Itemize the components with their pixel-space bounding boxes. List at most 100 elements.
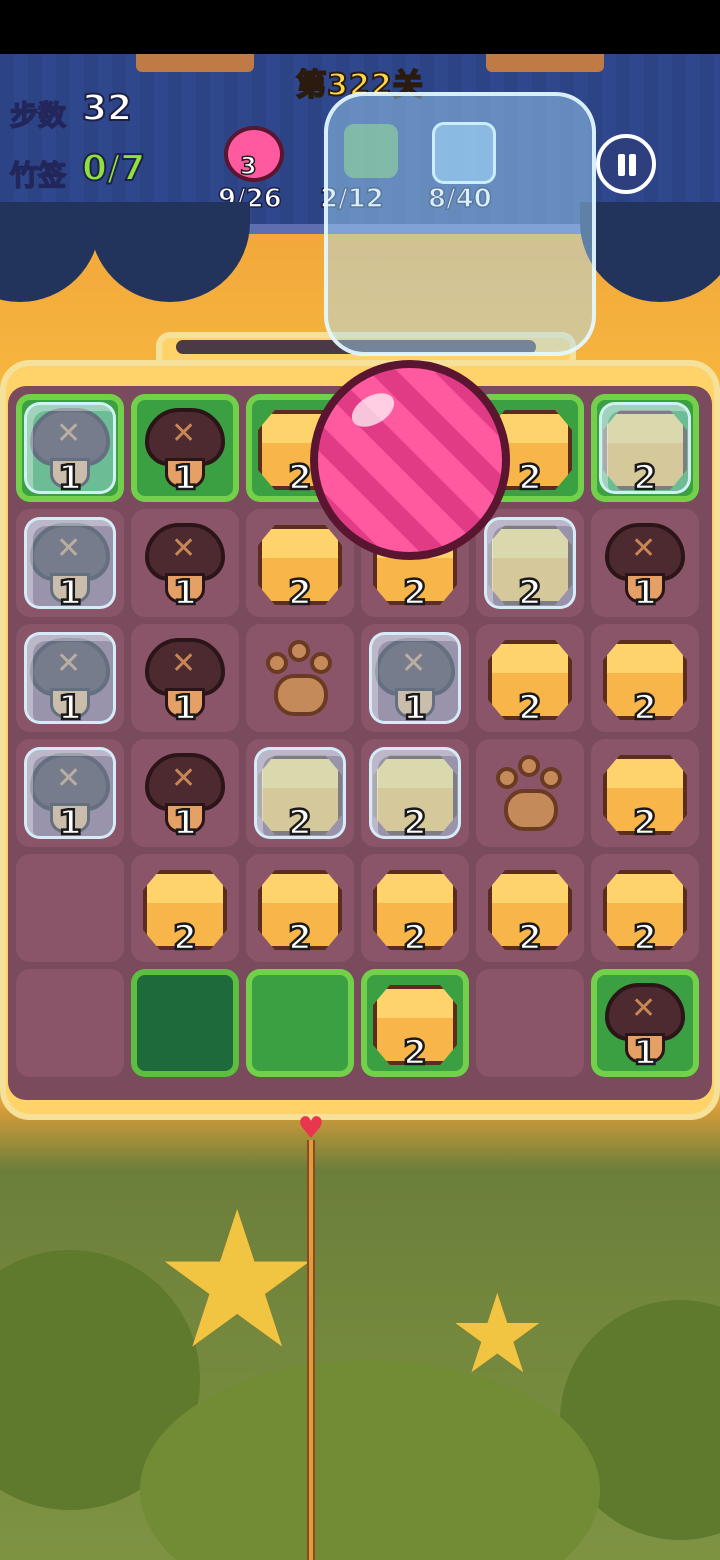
cheese-block-icon: 2 bbox=[367, 860, 463, 960]
piece-hit-count: 2 bbox=[517, 917, 543, 960]
board-cell[interactable]: 1 bbox=[16, 394, 124, 502]
cheese-block-icon: 2 bbox=[597, 745, 693, 845]
moves-value: 32 bbox=[81, 87, 133, 130]
board-cell[interactable]: 2 bbox=[361, 854, 469, 962]
board-cell[interactable]: 2 bbox=[246, 854, 354, 962]
board-cell[interactable] bbox=[476, 969, 584, 1077]
piece-hit-count: 2 bbox=[517, 572, 543, 615]
skewers-value: 0/7 bbox=[81, 147, 146, 190]
mushroom-icon: 1 bbox=[597, 975, 693, 1075]
piece-hit-count: 2 bbox=[632, 457, 658, 500]
board-cell[interactable]: 2 bbox=[591, 739, 699, 847]
piece-hit-count: 2 bbox=[287, 802, 313, 845]
piece-hit-count: 1 bbox=[57, 572, 83, 615]
skewer-stick bbox=[307, 1140, 315, 1560]
piece-hit-count: 1 bbox=[172, 572, 198, 615]
empty-slot bbox=[482, 975, 578, 1071]
piece-hit-count: 1 bbox=[172, 457, 198, 500]
pause-button[interactable] bbox=[596, 134, 656, 194]
board-cell[interactable] bbox=[131, 969, 239, 1077]
board-cell[interactable] bbox=[246, 969, 354, 1077]
cheese-block-icon: 2 bbox=[597, 400, 693, 500]
candy-badge: 3 bbox=[239, 151, 257, 181]
board-cell[interactable]: 2 bbox=[246, 739, 354, 847]
piece-hit-count: 2 bbox=[517, 687, 543, 730]
star-small-icon: ★ bbox=[448, 1270, 547, 1398]
board-cell[interactable]: 1 bbox=[591, 969, 699, 1077]
piece-hit-count: 1 bbox=[632, 572, 658, 615]
board-cell[interactable] bbox=[476, 739, 584, 847]
board-cell[interactable]: 2 bbox=[361, 739, 469, 847]
board-cell[interactable]: 1 bbox=[131, 394, 239, 502]
cheese-block-icon: 2 bbox=[597, 630, 693, 730]
piece-hit-count: 2 bbox=[402, 1032, 428, 1075]
board-cell[interactable]: 2 bbox=[476, 624, 584, 732]
board-cell[interactable]: 2 bbox=[591, 854, 699, 962]
board-cell[interactable]: 1 bbox=[16, 509, 124, 617]
piece-hit-count: 2 bbox=[287, 917, 313, 960]
mushroom-icon: 1 bbox=[22, 630, 118, 730]
piece-hit-count: 2 bbox=[632, 917, 658, 960]
piece-hit-count: 2 bbox=[402, 917, 428, 960]
piece-hit-count: 2 bbox=[172, 917, 198, 960]
board-cell[interactable]: 1 bbox=[131, 739, 239, 847]
mushroom-icon: 1 bbox=[22, 745, 118, 845]
skewers-label: 竹签 bbox=[9, 158, 67, 193]
mushroom-icon: 1 bbox=[137, 400, 233, 500]
empty-slot bbox=[252, 975, 348, 1071]
board-cell[interactable] bbox=[246, 624, 354, 732]
board-cell[interactable]: 1 bbox=[16, 739, 124, 847]
heart-icon: ♥ bbox=[297, 1111, 325, 1146]
empty-slot bbox=[137, 975, 233, 1071]
cheese-block-icon: 2 bbox=[482, 630, 578, 730]
piece-hit-count: 2 bbox=[632, 802, 658, 845]
cheese-block-icon: 2 bbox=[367, 745, 463, 845]
board-cell[interactable]: 2 bbox=[591, 394, 699, 502]
piece-hit-count: 1 bbox=[172, 802, 198, 845]
mushroom-icon: 1 bbox=[137, 745, 233, 845]
piece-hit-count: 2 bbox=[632, 687, 658, 730]
board-cell[interactable]: 2 bbox=[591, 624, 699, 732]
cheese-block-icon: 2 bbox=[367, 975, 463, 1075]
board-cell[interactable]: 2 bbox=[131, 854, 239, 962]
game-screen: 第322关 步数 32 竹签 0/7 3 9/26 2/12 8/40 1122… bbox=[0, 0, 720, 1560]
paw-icon bbox=[252, 630, 348, 726]
mushroom-icon: 1 bbox=[137, 515, 233, 615]
piece-hit-count: 2 bbox=[402, 802, 428, 845]
moves-label: 步数 bbox=[9, 98, 67, 133]
board-cell[interactable]: 1 bbox=[361, 624, 469, 732]
mushroom-icon: 1 bbox=[137, 630, 233, 730]
mushroom-icon: 1 bbox=[22, 400, 118, 500]
piece-hit-count: 2 bbox=[287, 572, 313, 615]
piece-hit-count: 1 bbox=[402, 687, 428, 730]
piece-hit-count: 2 bbox=[402, 572, 428, 615]
mushroom-icon: 1 bbox=[367, 630, 463, 730]
board-cell[interactable]: 1 bbox=[131, 509, 239, 617]
empty-slot bbox=[22, 975, 118, 1071]
mushroom-icon: 1 bbox=[22, 515, 118, 615]
board-cell[interactable]: 1 bbox=[16, 624, 124, 732]
piece-hit-count: 1 bbox=[632, 1032, 658, 1075]
star-large-icon: ★ bbox=[152, 1170, 323, 1391]
status-bar bbox=[0, 0, 720, 54]
board-cell[interactable] bbox=[16, 854, 124, 962]
mushroom-icon: 1 bbox=[597, 515, 693, 615]
board-cell[interactable]: 2 bbox=[361, 969, 469, 1077]
cheese-block-icon: 2 bbox=[482, 860, 578, 960]
floating-ice-block bbox=[324, 92, 596, 356]
piece-hit-count: 1 bbox=[57, 687, 83, 730]
board-cell[interactable] bbox=[16, 969, 124, 1077]
empty-slot bbox=[22, 860, 118, 956]
cheese-block-icon: 2 bbox=[252, 745, 348, 845]
piece-hit-count: 1 bbox=[57, 802, 83, 845]
cheese-block-icon: 2 bbox=[597, 860, 693, 960]
cheese-block-icon: 2 bbox=[137, 860, 233, 960]
board-cell[interactable]: 1 bbox=[591, 509, 699, 617]
piece-hit-count: 1 bbox=[57, 457, 83, 500]
piece-hit-count: 1 bbox=[172, 687, 198, 730]
board-cell[interactable]: 1 bbox=[131, 624, 239, 732]
cheese-block-icon: 2 bbox=[252, 860, 348, 960]
flying-candy-icon bbox=[300, 340, 530, 570]
board-cell[interactable]: 2 bbox=[476, 854, 584, 962]
paw-icon bbox=[482, 745, 578, 841]
